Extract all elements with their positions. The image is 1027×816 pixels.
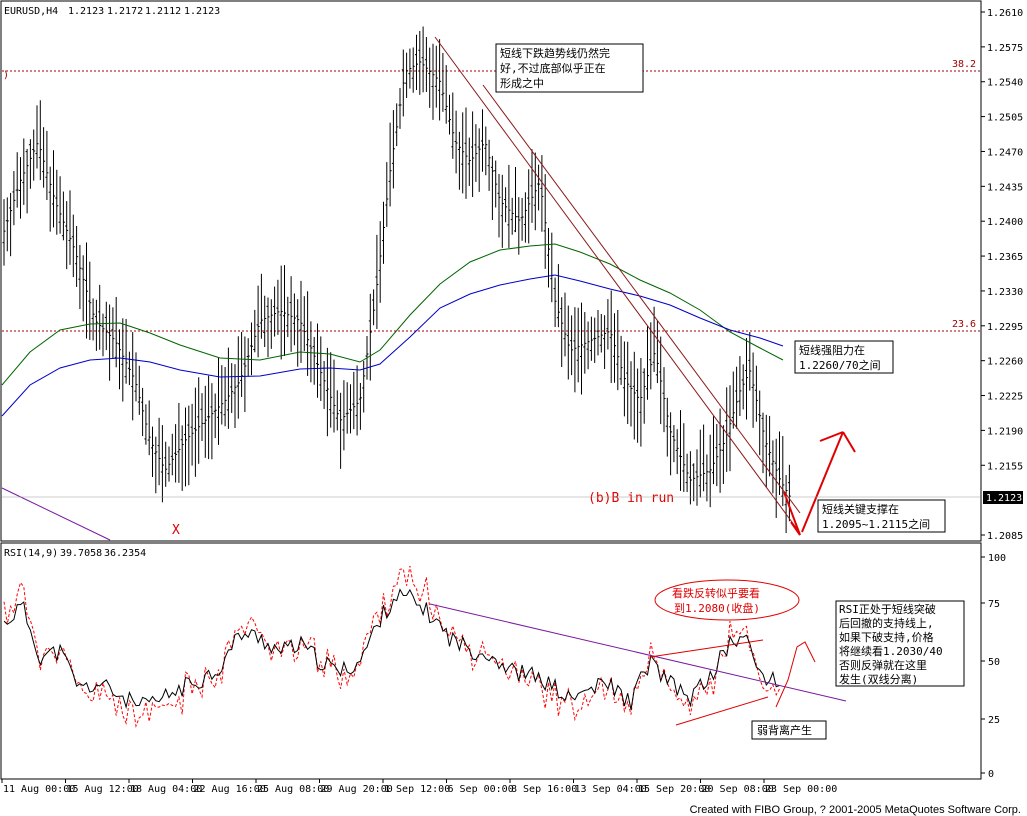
price-tick-label: 1.2085 [987, 531, 1023, 542]
annotation-top-line-1: 短线下跌趋势线仍然完 [500, 46, 610, 60]
annotation-box-top: 短线下跌趋势线仍然完 好,不过底部似乎正在 形成之中 [495, 43, 644, 93]
rsi-tick-label: 25 [988, 715, 1000, 726]
footer-credit: Created with FIBO Group, ? 2001-2005 Met… [689, 804, 1021, 816]
price-tick-label: 1.2190 [987, 426, 1023, 437]
wave-label: (b)B in run [588, 491, 674, 506]
time-tick-label: 8 Sep 16:00 [511, 784, 577, 795]
rsi-box-line-2: 后回撤的支持线上, [839, 616, 934, 630]
price-tick-label: 1.2505 [987, 113, 1023, 124]
annotation-box-resistance: 短线强阻力在 1.2260/70之间 [794, 340, 894, 374]
annotation-top-line-3: 形成之中 [500, 76, 544, 90]
annotation-box-support: 短线关键支撑在 1.2095~1.2115之间 [817, 499, 946, 533]
fibo-label-23: 23.6 [952, 319, 976, 330]
rsi-tick-label: 50 [988, 657, 1000, 668]
ohlc-low: 1.2112 [145, 6, 181, 17]
rsi-box-line-4: 将继续看1.2030/40 [839, 644, 943, 658]
time-tick-label: 1 Sep 12:00 [384, 784, 450, 795]
price-tick-label: 1.2610 [987, 8, 1023, 19]
annotation-top-line-2: 好,不过底部似乎正在 [500, 61, 606, 75]
price-tick-label: 1.2225 [987, 392, 1023, 403]
price-tick-label: 1.2470 [987, 147, 1023, 158]
time-axis: 11 Aug 00:0015 Aug 12:0018 Aug 04:0022 A… [1, 779, 837, 795]
price-tick-label: 1.2400 [987, 217, 1023, 228]
time-tick-label: 23 Sep 00:00 [765, 784, 837, 795]
symbol-label: EURUSD,H4 [4, 6, 58, 17]
time-tick-label: 11 Aug 00:00 [3, 784, 75, 795]
time-tick-label: 29 Aug 20:00 [321, 784, 393, 795]
ohlc-high: 1.2172 [107, 6, 143, 17]
time-tick-label: 22 Aug 16:00 [194, 784, 266, 795]
price-tick-label: 1.2540 [987, 78, 1023, 89]
price-panel-frame [0, 0, 982, 542]
divergence-box: 弱背离产生 [751, 720, 827, 740]
ohlc-open: 1.2123 [68, 6, 104, 17]
time-tick-label: 6 Sep 00:00 [448, 784, 514, 795]
fibo-left-mark: ) [3, 70, 9, 81]
time-tick-label: 15 Aug 12:00 [67, 784, 139, 795]
price-tick-label: 1.2155 [987, 461, 1023, 472]
x-mark: X [172, 523, 180, 538]
divergence-label: 弱背离产生 [757, 723, 812, 737]
rsi-tick-label: 75 [988, 599, 1000, 610]
rsi-tick-label: 100 [988, 553, 1006, 564]
price-tick-label: 1.2435 [987, 182, 1023, 193]
price-tick-label: 1.2295 [987, 322, 1023, 333]
ohlc-close: 1.2123 [184, 6, 220, 17]
rsi-tick-label: 0 [988, 769, 994, 780]
rsi-axis: 100 75 50 25 0 [981, 553, 1006, 780]
rsi-oval-annotation: 看跌反转似乎要看 到1.2080(收盘) [654, 579, 800, 621]
rsi-box-line-3: 如果下破支持,价格 [839, 630, 934, 644]
time-tick-label: 20 Sep 08:00 [702, 784, 774, 795]
rsi-label: RSI(14,9) [4, 548, 58, 559]
price-tick-label: 1.2260 [987, 357, 1023, 368]
time-tick-label: 25 Aug 08:00 [257, 784, 329, 795]
rsi-value-2: 36.2354 [104, 548, 146, 559]
rsi-box-line-6: 发生(双线分离) [839, 672, 918, 686]
time-tick-label: 13 Sep 04:00 [575, 784, 647, 795]
rsi-annotation-box: RSI正处于短线突破 后回撤的支持线上, 如果下破支持,价格 将继续看1.203… [835, 600, 965, 687]
price-axis: 1.2610 1.2575 1.2540 1.2505 1.2470 1.2435 1.24… [981, 8, 1023, 542]
rsi-box-line-1: RSI正处于短线突破 [839, 602, 936, 616]
fibo-label-38: 38.2 [952, 59, 976, 70]
annotation-support-line-2: 1.2095~1.2115之间 [822, 517, 930, 531]
time-tick-label: 18 Aug 04:00 [130, 784, 202, 795]
current-price-label: 1.2123 [986, 493, 1022, 504]
annotation-resistance-line-2: 1.2260/70之间 [799, 358, 881, 372]
chart-canvas: EURUSD,H4 1.2123 1.2172 1.2112 1.2123 RS… [0, 0, 1023, 795]
rsi-oval-line-1: 看跌反转似乎要看 [672, 586, 760, 600]
time-tick-label: 15 Sep 20:00 [638, 784, 710, 795]
price-tick-label: 1.2365 [987, 252, 1023, 263]
rsi-value-1: 39.7058 [60, 548, 102, 559]
rsi-box-line-5: 否则反弹就在这里 [839, 658, 927, 672]
rsi-panel-frame [0, 542, 982, 780]
price-tick-label: 1.2575 [987, 43, 1023, 54]
annotation-support-line-1: 短线关键支撑在 [822, 502, 899, 516]
annotation-resistance-line-1: 短线强阻力在 [799, 343, 865, 357]
price-tick-label: 1.2330 [987, 287, 1023, 298]
rsi-oval-line-2: 到1.2080(收盘) [674, 601, 760, 615]
